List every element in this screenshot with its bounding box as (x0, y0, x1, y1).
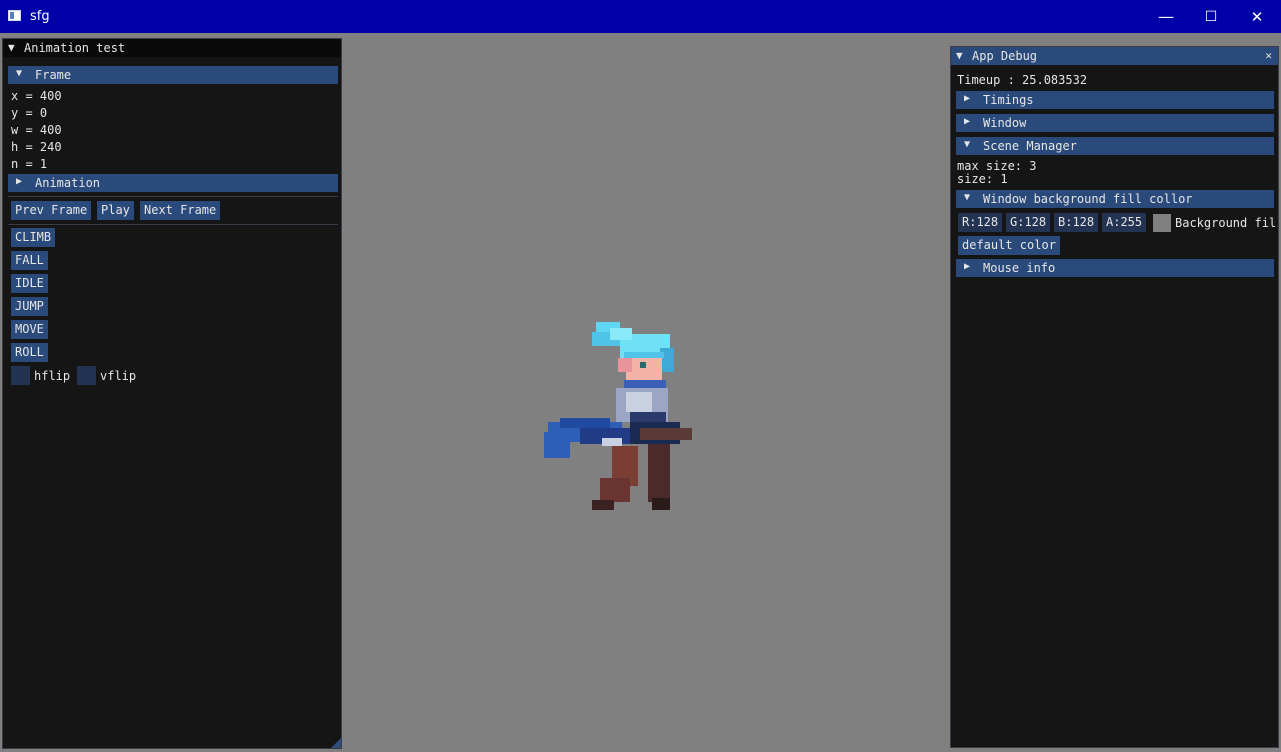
collapsed-arrow-icon: ▶ (964, 261, 971, 272)
max-size-text: max size: 3 (957, 159, 1037, 173)
expanded-arrow-icon: ▼ (964, 192, 971, 203)
collapsed-arrow-icon: ▶ (16, 176, 23, 187)
timings-header[interactable]: ▶ Timings (956, 91, 1274, 109)
app-icon (8, 10, 21, 21)
maximize-button[interactable]: ☐ (1188, 0, 1234, 33)
collapse-icon[interactable]: ▼ (956, 49, 963, 62)
anim-idle-button[interactable]: IDLE (11, 274, 48, 293)
window-title: sfg (30, 9, 50, 24)
resize-grip-icon[interactable] (331, 738, 341, 748)
expanded-arrow-icon: ▼ (964, 139, 971, 150)
background-fill-label: Background fil (1175, 216, 1277, 230)
mouse-info-header[interactable]: ▶ Mouse info (956, 259, 1274, 277)
anim-roll-button[interactable]: ROLL (11, 343, 48, 362)
character-sprite (544, 322, 692, 510)
collapse-icon[interactable]: ▼ (8, 41, 15, 54)
app-debug-panel[interactable]: ▼ App Debug ✕ Timeup : 25.083532 ▶ Timin… (950, 46, 1279, 748)
default-color-button[interactable]: default color (958, 236, 1060, 255)
panel-title: App Debug (972, 49, 1038, 63)
panel-title: Animation test (24, 41, 126, 55)
vflip-label: vflip (100, 369, 137, 383)
frame-w: w = 400 (11, 123, 62, 137)
vflip-checkbox[interactable] (77, 366, 96, 385)
color-swatch[interactable] (1153, 214, 1171, 232)
frame-h: h = 240 (11, 140, 62, 154)
frame-x: x = 400 (11, 89, 62, 103)
next-frame-button[interactable]: Next Frame (140, 201, 221, 220)
hflip-checkbox[interactable] (11, 366, 30, 385)
animation-header[interactable]: ▶ Animation (8, 174, 338, 192)
blue-input[interactable]: B:128 (1054, 213, 1099, 232)
close-icon[interactable]: ✕ (1265, 49, 1272, 62)
window-title-bar[interactable]: sfg — ☐ ✕ (0, 0, 1281, 33)
anim-fall-button[interactable]: FALL (11, 251, 48, 270)
window-header[interactable]: ▶ Window (956, 114, 1274, 132)
panel-title-bar[interactable]: ▼ Animation test (3, 39, 341, 57)
panel-title-bar[interactable]: ▼ App Debug ✕ (951, 47, 1278, 65)
frame-header[interactable]: ▼ Frame (8, 66, 338, 84)
animation-test-panel[interactable]: ▼ Animation test ▼ Frame x = 400 y = 0 w… (2, 38, 342, 749)
bg-fill-header[interactable]: ▼ Window background fill collor (956, 190, 1274, 208)
expanded-arrow-icon: ▼ (16, 68, 23, 79)
separator (8, 196, 338, 197)
close-window-button[interactable]: ✕ (1234, 0, 1280, 33)
scene-manager-header[interactable]: ▼ Scene Manager (956, 137, 1274, 155)
frame-y: y = 0 (11, 106, 48, 120)
red-input[interactable]: R:128 (958, 213, 1003, 232)
collapsed-arrow-icon: ▶ (964, 116, 971, 127)
minimize-button[interactable]: — (1143, 0, 1189, 33)
anim-jump-button[interactable]: JUMP (11, 297, 48, 316)
timeup-text: Timeup : 25.083532 (957, 73, 1088, 87)
alpha-input[interactable]: A:255 (1102, 213, 1147, 232)
collapsed-arrow-icon: ▶ (964, 93, 971, 104)
anim-move-button[interactable]: MOVE (11, 320, 48, 339)
green-input[interactable]: G:128 (1006, 213, 1051, 232)
prev-frame-button[interactable]: Prev Frame (11, 201, 92, 220)
anim-climb-button[interactable]: CLIMB (11, 228, 56, 247)
frame-n: n = 1 (11, 157, 48, 171)
size-text: size: 1 (957, 172, 1008, 186)
play-button[interactable]: Play (97, 201, 134, 220)
separator (8, 224, 338, 225)
hflip-label: hflip (34, 369, 71, 383)
